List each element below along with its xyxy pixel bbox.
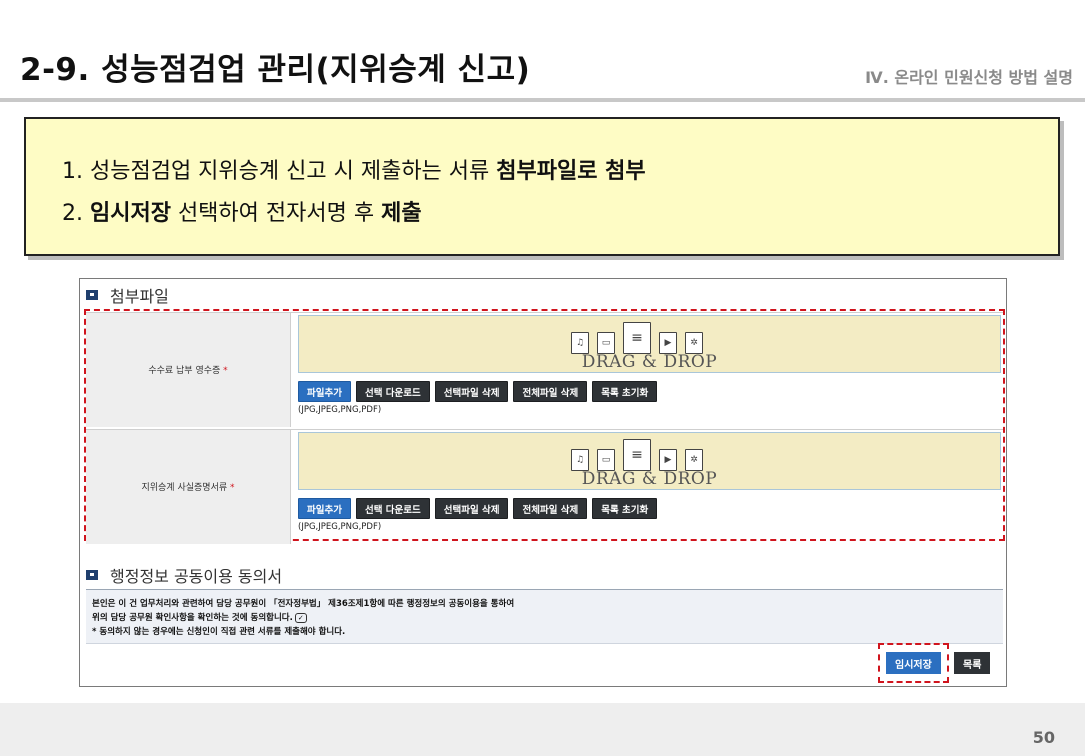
instruction-line-2: 2. 임시저장 선택하여 전자서명 후 제출	[62, 195, 422, 227]
download-selected-button[interactable]: 선택 다운로드	[355, 498, 430, 519]
delete-selected-button[interactable]: 선택파일 삭제	[434, 381, 509, 402]
image-file-icon: ▭	[597, 449, 615, 471]
allowed-extensions: (JPG,JPEG,PNG,PDF)	[298, 522, 382, 532]
instruction-2-text: 선택하여 전자서명 후	[170, 201, 382, 226]
consent-text-box: 본인은 이 건 업무처리와 관련하여 담당 공무원이 「전자정부법」 제36조제…	[86, 589, 1003, 644]
drop-zone-label: DRAG & DROP	[581, 352, 718, 372]
consent-line-2: 위의 담당 공무원 확인사항을 확인하는 것에 동의합니다. ✓	[92, 611, 307, 623]
slide-footer: 50	[0, 703, 1085, 756]
settings-file-icon: ✲	[685, 449, 703, 471]
temp-save-button[interactable]: 임시저장	[886, 652, 941, 674]
drop-zone-label: DRAG & DROP	[581, 469, 718, 489]
allowed-extensions: (JPG,JPEG,PNG,PDF)	[298, 405, 382, 415]
video-file-icon: ▶	[659, 449, 677, 471]
file-drop-zone[interactable]: ♫ ▭ ≡ ▶ ✲ DRAG & DROP	[298, 315, 1001, 373]
consent-line-1: 본인은 이 건 업무처리와 관련하여 담당 공무원이 「전자정부법」 제36조제…	[92, 599, 515, 609]
instruction-2-bold-save: 임시저장	[89, 201, 171, 226]
required-mark: *	[230, 483, 235, 493]
instruction-2-number: 2.	[62, 201, 90, 226]
instruction-1-bold: 첨부파일로 첨부	[496, 159, 646, 184]
document-file-icon: ≡	[623, 322, 651, 354]
instruction-line-1: 1. 성능점검업 지위승계 신고 시 제출하는 서류 첨부파일로 첨부	[62, 153, 646, 185]
attachment-label-text: 지위승계 사실증명서류	[141, 483, 228, 493]
chapter-label: Ⅳ. 온라인 민원신청 방법 설명	[865, 68, 1073, 87]
reset-list-button[interactable]: 목록 초기화	[592, 381, 658, 402]
file-type-icons: ♫ ▭ ≡ ▶ ✲	[571, 439, 703, 471]
download-selected-button[interactable]: 선택 다운로드	[355, 381, 430, 402]
instruction-2-bold-submit: 제출	[381, 201, 422, 226]
consent-line-2-text: 위의 담당 공무원 확인사항을 확인하는 것에 동의합니다.	[92, 613, 293, 623]
delete-selected-button[interactable]: 선택파일 삭제	[434, 498, 509, 519]
attachment-row-receipt: 수수료 납부 영수증 * ♫ ▭ ≡ ▶ ✲ DRAG & DROP 파일추가 …	[86, 312, 1003, 427]
consent-line-3: * 동의하지 않는 경우에는 신청인이 직접 관련 서류를 제출해야 합니다.	[92, 627, 346, 637]
image-file-icon: ▭	[597, 332, 615, 354]
attachment-row-succession-proof: 지위승계 사실증명서류 * ♫ ▭ ≡ ▶ ✲ DRAG & DROP 파일추가…	[86, 429, 1003, 544]
reset-list-button[interactable]: 목록 초기화	[592, 498, 658, 519]
attachment-label-cell: 수수료 납부 영수증 *	[86, 313, 291, 427]
section-bullet-icon	[86, 570, 98, 580]
consent-section-title: 행정정보 공동이용 동의서	[110, 567, 283, 586]
consent-checkbox[interactable]: ✓	[294, 612, 307, 623]
required-mark: *	[223, 366, 228, 376]
application-form-panel: 첨부파일 수수료 납부 영수증 * ♫ ▭ ≡ ▶ ✲ DRAG & DROP …	[79, 278, 1007, 687]
list-button[interactable]: 목록	[954, 652, 991, 674]
page-number: 50	[1032, 728, 1055, 747]
delete-all-button[interactable]: 전체파일 삭제	[513, 498, 588, 519]
audio-file-icon: ♫	[571, 449, 589, 471]
delete-all-button[interactable]: 전체파일 삭제	[513, 381, 588, 402]
instruction-note: 1. 성능점검업 지위승계 신고 시 제출하는 서류 첨부파일로 첨부 2. 임…	[24, 117, 1060, 256]
attachments-section-header: 첨부파일	[86, 283, 169, 307]
file-type-icons: ♫ ▭ ≡ ▶ ✲	[571, 322, 703, 354]
attachment-label: 수수료 납부 영수증 *	[86, 363, 290, 376]
attachment-label-text: 수수료 납부 영수증	[148, 366, 221, 376]
instruction-1-text: 1. 성능점검업 지위승계 신고 시 제출하는 서류	[62, 159, 497, 184]
settings-file-icon: ✲	[685, 332, 703, 354]
file-button-group: 파일추가 선택 다운로드 선택파일 삭제 전체파일 삭제 목록 초기화	[298, 498, 658, 519]
file-button-group: 파일추가 선택 다운로드 선택파일 삭제 전체파일 삭제 목록 초기화	[298, 381, 658, 402]
add-file-button[interactable]: 파일추가	[298, 381, 351, 402]
section-bullet-icon	[86, 290, 98, 300]
consent-section-header: 행정정보 공동이용 동의서	[86, 563, 282, 587]
header-divider	[0, 98, 1085, 102]
audio-file-icon: ♫	[571, 332, 589, 354]
video-file-icon: ▶	[659, 332, 677, 354]
document-file-icon: ≡	[623, 439, 651, 471]
add-file-button[interactable]: 파일추가	[298, 498, 351, 519]
file-drop-zone[interactable]: ♫ ▭ ≡ ▶ ✲ DRAG & DROP	[298, 432, 1001, 490]
attachments-section-title: 첨부파일	[110, 287, 169, 306]
attachment-label: 지위승계 사실증명서류 *	[86, 480, 290, 493]
attachment-label-cell: 지위승계 사실증명서류 *	[86, 430, 291, 544]
slide-title: 2-9. 성능점검업 관리(지위승계 신고)	[20, 52, 531, 88]
